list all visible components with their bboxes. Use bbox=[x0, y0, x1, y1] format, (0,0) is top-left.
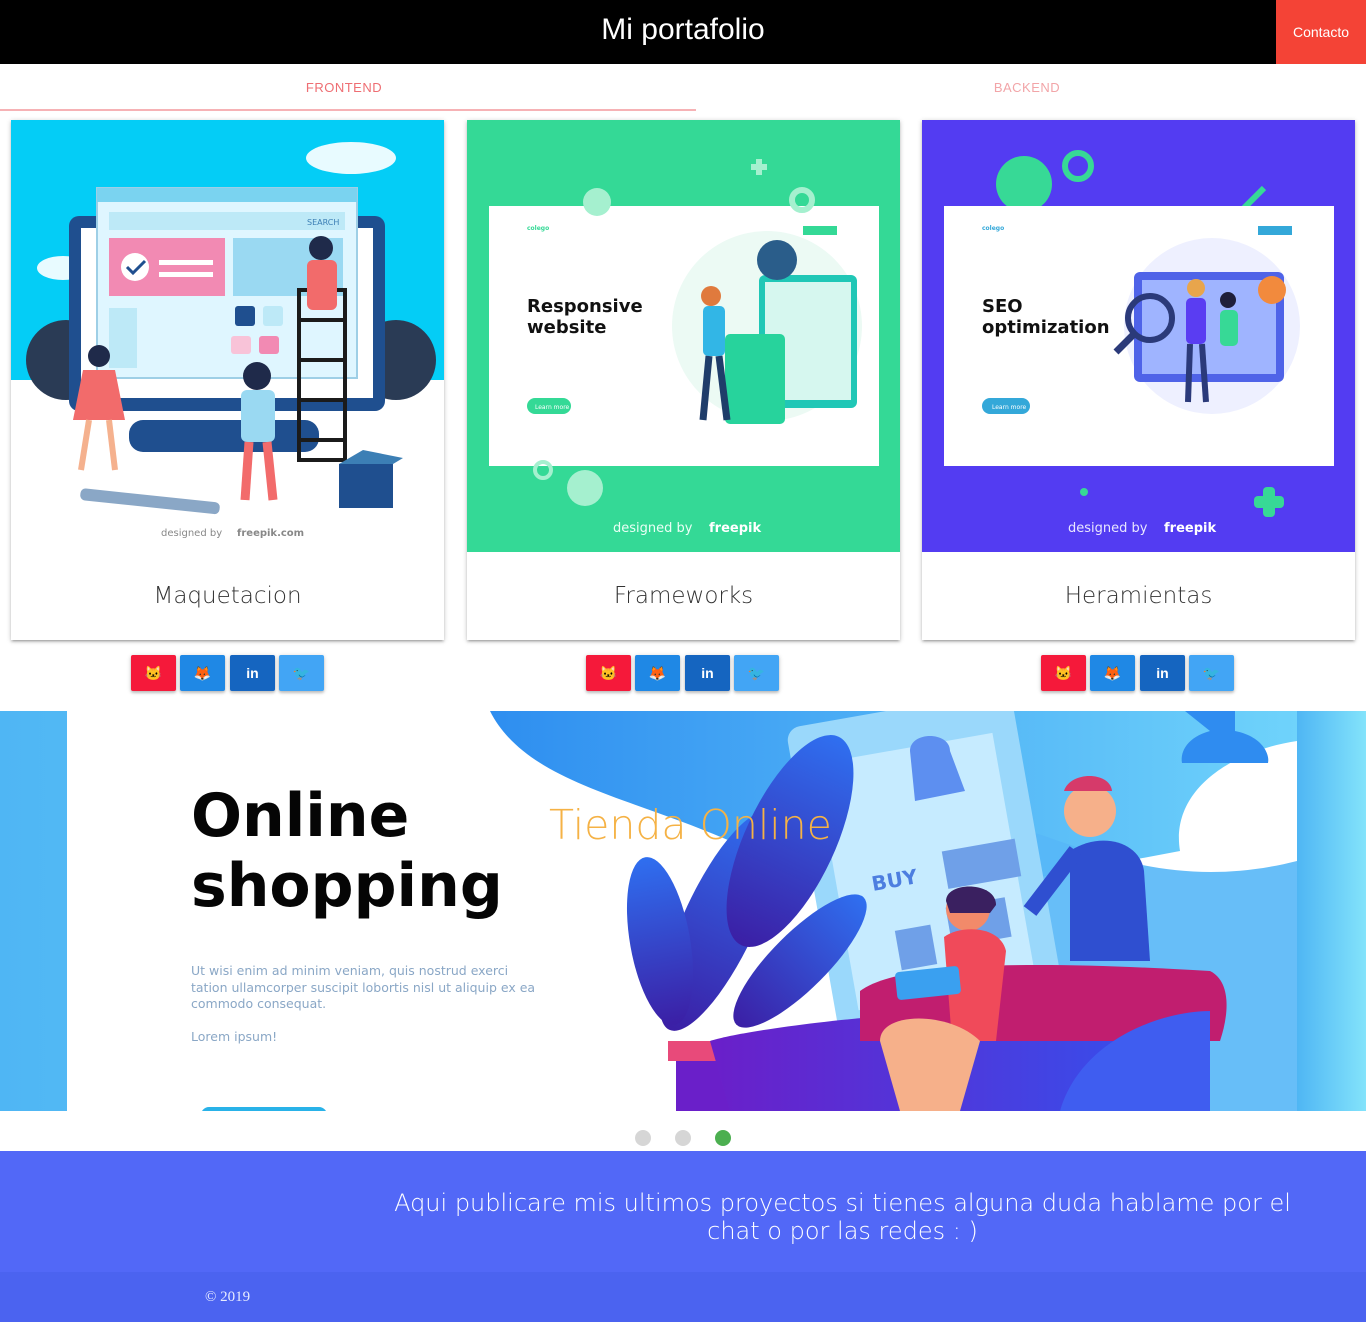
top-navbar: Mi portafolio Contacto bbox=[0, 0, 1366, 64]
card-title: Heramientas bbox=[1064, 583, 1213, 609]
tabs-bar: FRONTEND BACKEND bbox=[0, 64, 1366, 112]
slide-caption: Tienda Online bbox=[549, 801, 832, 849]
twitter-icon: 🐦 bbox=[747, 664, 766, 681]
carousel-slide[interactable]: BUY Online shopping Ut wisi enim ad mini… bbox=[0, 711, 1366, 1111]
svg-text:colego: colego bbox=[527, 225, 549, 232]
card-title: Frameworks bbox=[613, 583, 754, 609]
slide-headline-line1: Online bbox=[191, 781, 410, 851]
twitter-button[interactable]: 🐦 bbox=[279, 655, 324, 691]
footer: © 2019 bbox=[0, 1272, 1366, 1322]
twitter-button[interactable]: 🐦 bbox=[1189, 655, 1234, 691]
card-image-maquetacion: SEARCH designed by freepik.com bbox=[11, 120, 444, 552]
credit-designed-by: designed by bbox=[161, 528, 222, 539]
carousel-dot-3-active[interactable] bbox=[715, 1130, 731, 1146]
slide-headline-line2: shopping bbox=[191, 851, 503, 921]
card-title: Maquetacion bbox=[153, 583, 302, 609]
slide-cta-button[interactable] bbox=[201, 1107, 327, 1111]
card-heramientas: colego SEO optimization Learn more desig… bbox=[922, 120, 1355, 640]
tab-backend[interactable]: BACKEND bbox=[688, 64, 1366, 112]
linkedin-button[interactable]: in bbox=[685, 655, 730, 691]
twitter-button[interactable]: 🐦 bbox=[734, 655, 779, 691]
gitlab-button[interactable]: 🦊 bbox=[635, 655, 680, 691]
twitter-icon: 🐦 bbox=[292, 664, 311, 681]
tab-indicator bbox=[0, 109, 696, 111]
credit-freepik: freepik.com bbox=[237, 528, 304, 539]
linkedin-button[interactable]: in bbox=[230, 655, 275, 691]
card-image-heramientas: colego SEO optimization Learn more desig… bbox=[922, 120, 1355, 552]
svg-text:Responsive: Responsive bbox=[527, 296, 643, 317]
svg-text:SEO: SEO bbox=[982, 296, 1023, 317]
svg-text:optimization: optimization bbox=[982, 317, 1110, 338]
carousel-dot-1[interactable] bbox=[635, 1130, 651, 1146]
site-title: Mi portafolio bbox=[601, 13, 765, 46]
linkedin-icon: in bbox=[701, 665, 714, 681]
github-icon: 🐱 bbox=[1054, 664, 1073, 681]
slide-lorem-text: Lorem ipsum! bbox=[191, 1029, 278, 1044]
svg-text:website: website bbox=[527, 317, 606, 338]
card-maquetacion: SEARCH designed by freepik.com Maquetaci… bbox=[11, 120, 444, 640]
gitlab-button[interactable]: 🦊 bbox=[1090, 655, 1135, 691]
carousel-dot-2[interactable] bbox=[675, 1130, 691, 1146]
svg-text:colego: colego bbox=[982, 225, 1004, 232]
gitlab-icon: 🦊 bbox=[1103, 664, 1122, 681]
linkedin-icon: in bbox=[1156, 665, 1169, 681]
card-frameworks: colego Responsive website Learn more des… bbox=[467, 120, 900, 640]
svg-text:Learn more: Learn more bbox=[992, 404, 1027, 411]
svg-text:designed by: designed by bbox=[613, 521, 693, 536]
github-button[interactable]: 🐱 bbox=[586, 655, 631, 691]
gitlab-icon: 🦊 bbox=[193, 664, 212, 681]
search-text: SEARCH bbox=[307, 218, 339, 227]
svg-text:Learn more: Learn more bbox=[535, 404, 570, 411]
twitter-icon: 🐦 bbox=[1202, 664, 1221, 681]
github-icon: 🐱 bbox=[599, 664, 618, 681]
svg-text:freepik: freepik bbox=[1164, 521, 1216, 536]
info-section: Aqui publicare mis ultimos proyectos si … bbox=[0, 1151, 1366, 1272]
linkedin-icon: in bbox=[246, 665, 259, 681]
svg-text:freepik: freepik bbox=[709, 521, 761, 536]
slide-lead-text: Ut wisi enim ad minim veniam, quis nostr… bbox=[191, 963, 536, 1011]
github-button[interactable]: 🐱 bbox=[1041, 655, 1086, 691]
tab-frontend[interactable]: FRONTEND bbox=[0, 64, 688, 112]
card-image-frameworks: colego Responsive website Learn more des… bbox=[467, 120, 900, 552]
contact-button[interactable]: Contacto bbox=[1276, 0, 1366, 64]
gitlab-button[interactable]: 🦊 bbox=[180, 655, 225, 691]
info-text: Aqui publicare mis ultimos proyectos si … bbox=[394, 1189, 1291, 1245]
svg-text:designed by: designed by bbox=[1068, 521, 1148, 536]
gitlab-icon: 🦊 bbox=[648, 664, 667, 681]
linkedin-button[interactable]: in bbox=[1140, 655, 1185, 691]
footer-copyright: © 2019 bbox=[205, 1289, 251, 1305]
slide-headline: Online shopping bbox=[191, 781, 503, 921]
github-icon: 🐱 bbox=[144, 664, 163, 681]
github-button[interactable]: 🐱 bbox=[131, 655, 176, 691]
